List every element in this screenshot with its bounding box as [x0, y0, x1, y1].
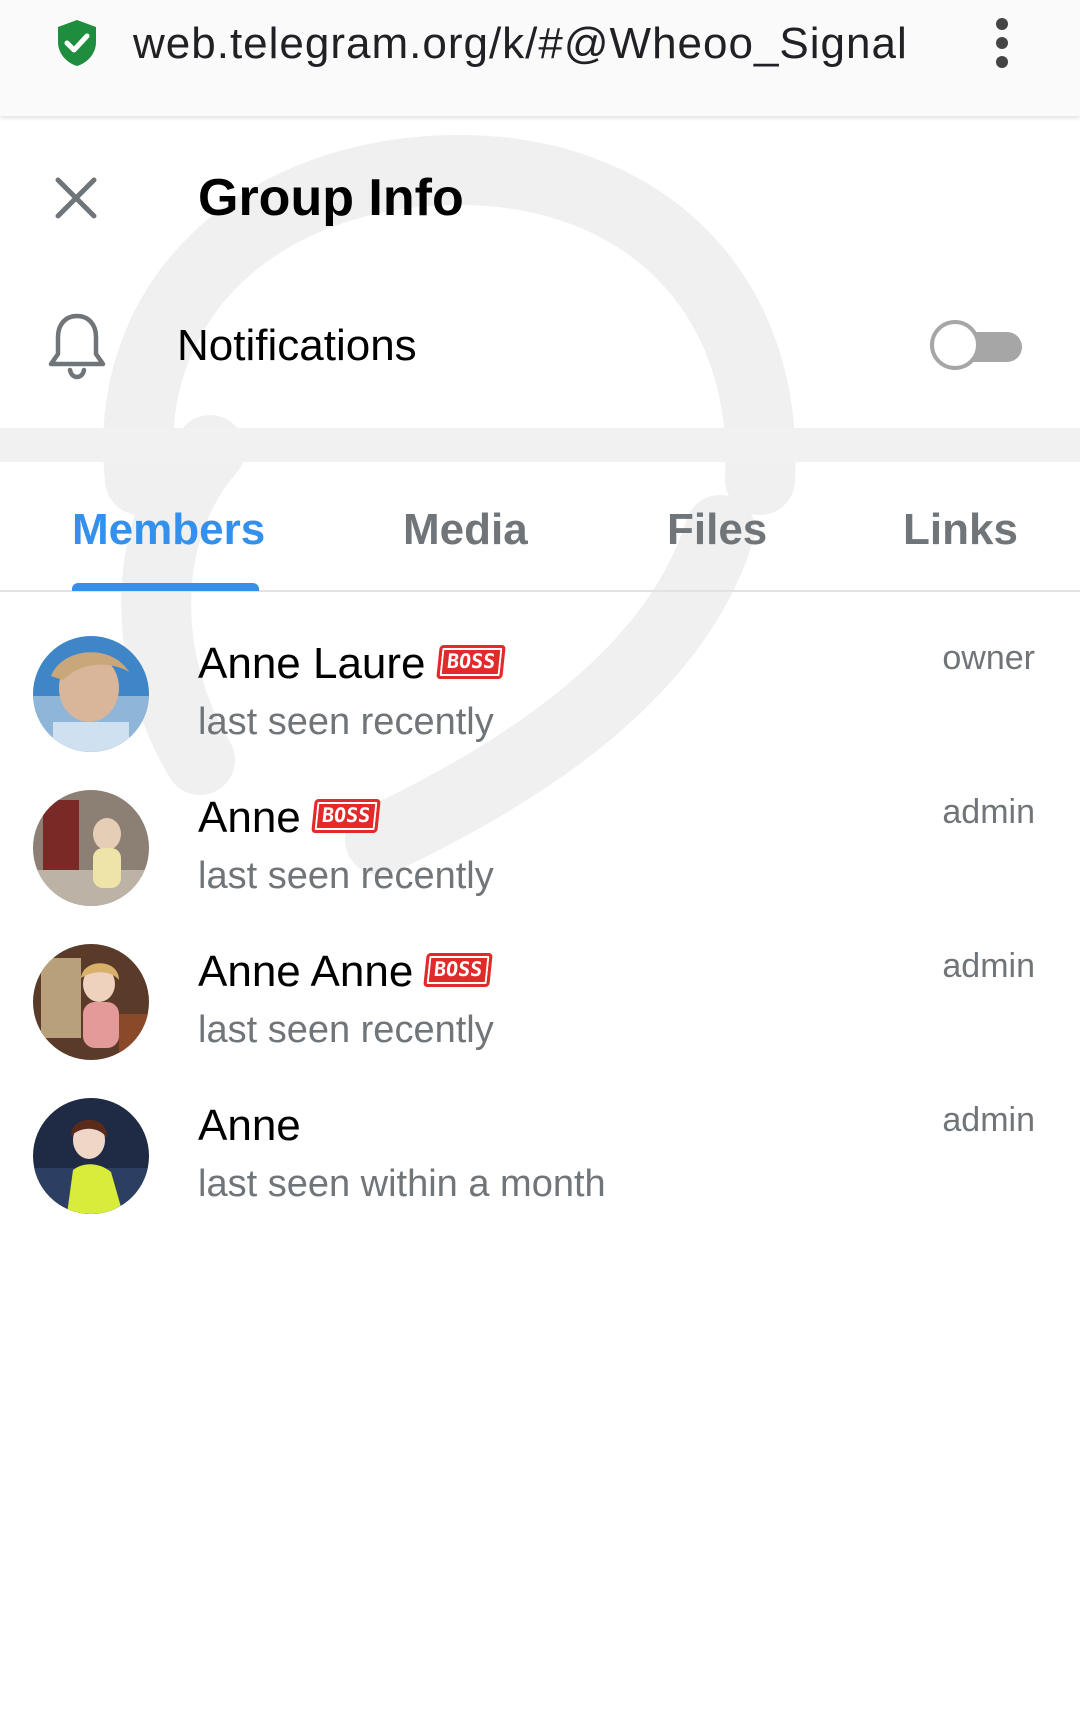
tab-media[interactable]: Media — [403, 500, 528, 560]
avatar — [33, 944, 149, 1060]
member-role: admin — [942, 793, 1035, 831]
notifications-row[interactable]: Notifications — [0, 276, 1080, 428]
member-role: admin — [942, 947, 1035, 985]
member-role: admin — [942, 1101, 1035, 1139]
avatar — [33, 790, 149, 906]
shield-check-icon — [58, 20, 96, 66]
browser-url-bar[interactable]: web.telegram.org/k/#@Wheoo_Signal — [0, 0, 1080, 116]
notifications-label: Notifications — [177, 321, 417, 370]
member-status: last seen recently — [198, 701, 494, 743]
boss-badge: BOSS — [423, 953, 494, 987]
boss-badge: BOSS — [435, 645, 506, 679]
member-name-row: Anne Anne BOSS — [198, 942, 494, 1002]
tab-members[interactable]: Members — [72, 500, 265, 560]
section-divider — [0, 428, 1080, 462]
group-info-header: Group Info — [0, 116, 1080, 276]
tab-bar: Members Media Files Links — [0, 462, 1080, 592]
tab-links[interactable]: Links — [903, 500, 1018, 560]
boss-badge: BOSS — [310, 799, 381, 833]
vertical-dots-icon[interactable] — [990, 18, 1014, 68]
member-name-row: Anne — [198, 1096, 301, 1156]
page-title: Group Info — [198, 169, 464, 227]
avatar — [33, 1098, 149, 1214]
member-name: Anne Laure — [198, 639, 426, 688]
member-name-row: Anne BOSS — [198, 788, 381, 848]
member-name: Anne Anne — [198, 947, 414, 996]
notifications-toggle[interactable] — [928, 316, 1024, 372]
tab-files[interactable]: Files — [667, 500, 767, 560]
member-name: Anne — [198, 1101, 301, 1150]
member-role: owner — [942, 639, 1035, 677]
close-icon[interactable] — [44, 166, 108, 230]
member-status: last seen recently — [198, 855, 494, 897]
avatar — [33, 636, 149, 752]
list-item[interactable]: Anne Laure BOSS last seen recently owner — [0, 592, 1080, 752]
toggle-knob — [930, 320, 980, 370]
member-status: last seen recently — [198, 1009, 494, 1051]
bell-icon — [48, 313, 106, 380]
list-item[interactable]: Anne last seen within a month admin — [0, 1054, 1080, 1214]
list-item[interactable]: Anne BOSS last seen recently admin — [0, 746, 1080, 906]
member-status: last seen within a month — [198, 1163, 606, 1205]
active-tab-indicator — [72, 583, 259, 591]
url-text[interactable]: web.telegram.org/k/#@Wheoo_Signal — [133, 16, 908, 72]
member-name-row: Anne Laure BOSS — [198, 634, 506, 694]
list-item[interactable]: Anne Anne BOSS last seen recently admin — [0, 900, 1080, 1060]
member-name: Anne — [198, 793, 301, 842]
